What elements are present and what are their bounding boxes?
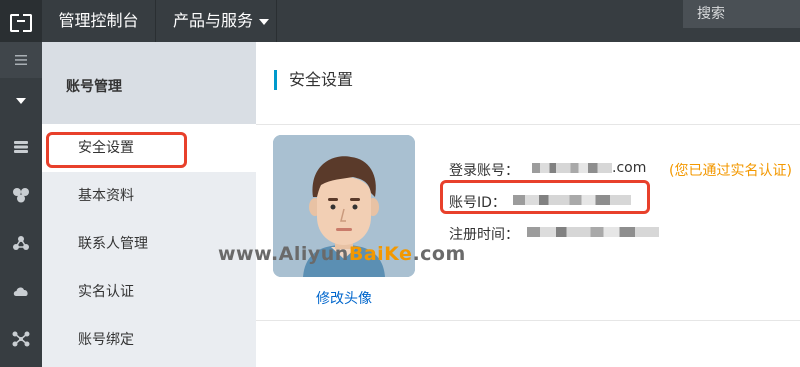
search-input[interactable]: 搜索	[683, 0, 800, 28]
sidebar-header-title: 账号管理	[66, 79, 122, 95]
account-id-value	[513, 192, 631, 208]
page-title: 安全设置	[274, 70, 353, 90]
rail-item-cloud[interactable]	[0, 268, 42, 314]
redacted-account-id	[513, 195, 631, 205]
register-time-label: 注册时间：	[449, 227, 519, 243]
redacted-register-time	[527, 227, 659, 237]
register-time-value	[527, 224, 659, 240]
cluster-icon	[13, 188, 29, 203]
server-icon	[14, 141, 28, 153]
login-account-value: .com	[532, 160, 646, 176]
sidebar-item-account-binding[interactable]: 账号绑定	[42, 316, 256, 364]
security-settings-panel: 安全设置 修改头像 登录账号： .com (您已通过实名认证) 账号ID： 注册…	[256, 42, 800, 367]
change-avatar-link[interactable]: 修改头像	[273, 288, 415, 308]
console-home-link[interactable]: 管理控制台	[42, 0, 156, 42]
top-navigation-bar: 管理控制台 产品与服务 搜索	[0, 0, 800, 42]
sidebar-header: 账号管理	[42, 42, 256, 124]
title-divider	[256, 124, 800, 125]
rail-item-share[interactable]	[0, 316, 42, 362]
login-account-label: 登录账号：	[449, 163, 519, 179]
sidebar-item-real-name-verification[interactable]: 实名认证	[42, 268, 256, 316]
card-divider	[256, 320, 800, 321]
watermark: www.AliyunBaiKe.com	[218, 243, 466, 265]
account-management-sidebar: 账号管理 安全设置 基本资料 联系人管理 实名认证 账号绑定	[42, 42, 256, 367]
sidebar-item-security-settings[interactable]: 安全设置	[42, 124, 256, 172]
sidebar-item-basic-info[interactable]: 基本资料	[42, 172, 256, 220]
menu-toggle-button[interactable]	[0, 42, 42, 78]
icon-rail	[0, 42, 42, 367]
products-services-menu[interactable]: 产品与服务	[157, 0, 277, 42]
menu-icon	[15, 55, 27, 65]
redacted-email	[532, 163, 612, 173]
share-icon	[12, 331, 30, 347]
chevron-down-icon	[259, 18, 270, 25]
aliyun-logo-icon	[10, 14, 32, 32]
network-icon	[13, 236, 29, 250]
products-services-label: 产品与服务	[173, 11, 254, 30]
account-id-label: 账号ID：	[449, 195, 506, 211]
rail-collapse-button[interactable]	[0, 78, 42, 124]
rail-item-ecs[interactable]	[0, 124, 42, 170]
cloud-icon	[13, 287, 28, 296]
login-account-suffix: .com	[612, 160, 647, 176]
collapse-caret-icon	[16, 98, 26, 104]
rail-item-network[interactable]	[0, 220, 42, 266]
aliyun-logo[interactable]	[0, 0, 42, 42]
rail-item-cluster[interactable]	[0, 172, 42, 218]
verified-status-link[interactable]: (您已通过实名认证)	[669, 160, 792, 180]
